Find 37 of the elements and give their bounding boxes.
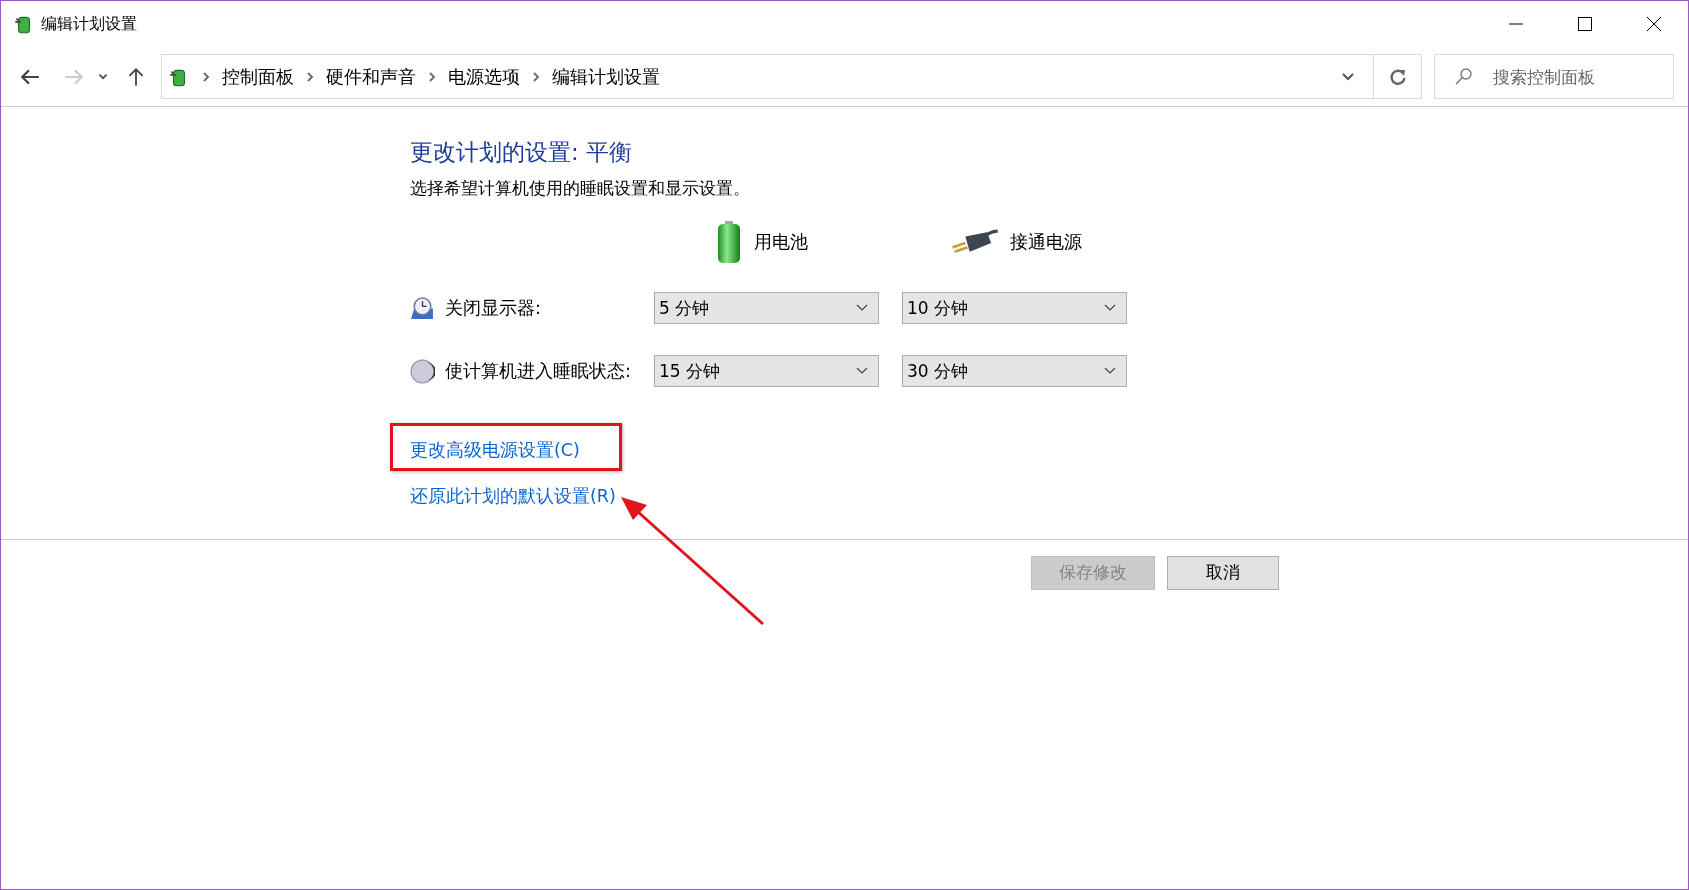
page-heading: 更改计划的设置: 平衡: [410, 138, 634, 167]
setting-label: 使计算机进入睡眠状态:: [445, 360, 631, 383]
refresh-button[interactable]: [1374, 54, 1422, 99]
chevron-right-icon: [202, 71, 210, 82]
column-label: 用电池: [754, 231, 808, 254]
dropdown[interactable]: 30 分钟: [902, 355, 1127, 387]
breadcrumb-item[interactable]: 硬件和声音: [326, 64, 416, 89]
chevron-right-icon: [306, 71, 314, 82]
cancel-button[interactable]: 取消: [1167, 556, 1279, 590]
power-plug-icon: [950, 228, 998, 256]
description-text: 选择希望计算机使用的睡眠设置和显示设置。: [410, 177, 751, 200]
close-icon[interactable]: [1647, 17, 1661, 31]
chevron-right-icon: [532, 71, 540, 82]
column-label: 接通电源: [1010, 231, 1082, 254]
chevron-down-icon: [856, 367, 868, 375]
breadcrumb-item[interactable]: 电源选项: [448, 64, 520, 89]
moon-icon: [410, 358, 435, 384]
search-field[interactable]: 搜索控制面板: [1434, 54, 1674, 99]
dropdown[interactable]: 10 分钟: [902, 292, 1127, 324]
battery-icon: [716, 219, 742, 265]
address-bar[interactable]: 控制面板 硬件和声音 电源选项 编辑计划设置: [161, 54, 1374, 99]
chevron-right-icon: [428, 71, 436, 82]
breadcrumb-item[interactable]: 控制面板: [222, 64, 294, 89]
maximize-icon[interactable]: [1578, 17, 1592, 31]
chevron-down-icon[interactable]: [1341, 71, 1355, 82]
search-icon: [1454, 66, 1474, 86]
link[interactable]: 更改高级电源设置(C): [410, 438, 580, 462]
chevron-down-icon: [1104, 304, 1116, 312]
chevron-down-icon: [856, 304, 868, 312]
breadcrumb-item[interactable]: 编辑计划设置: [552, 64, 660, 89]
clock-monitor-icon: [410, 295, 435, 321]
dropdown[interactable]: 15 分钟: [654, 355, 879, 387]
link[interactable]: 还原此计划的默认设置(R): [410, 484, 616, 508]
chevron-down-icon: [1104, 367, 1116, 375]
setting-label: 关闭显示器:: [445, 297, 541, 320]
window-title: 编辑计划设置: [41, 13, 137, 35]
dropdown[interactable]: 5 分钟: [654, 292, 879, 324]
